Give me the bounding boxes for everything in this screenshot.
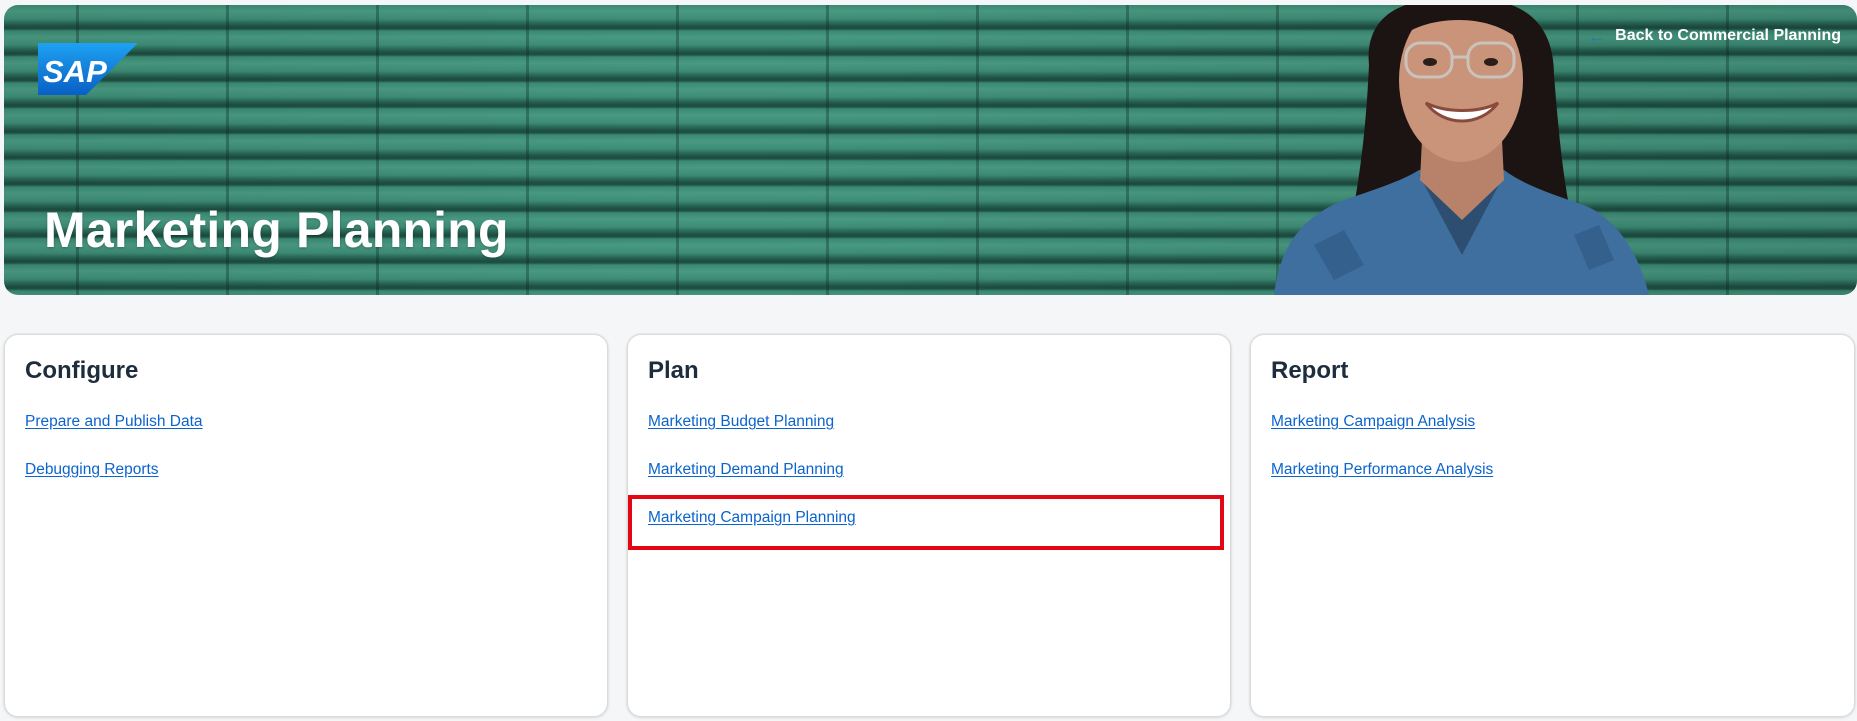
back-link-label: Back to Commercial Planning — [1615, 27, 1841, 44]
plan-card: Plan Marketing Budget Planning Marketing… — [627, 334, 1231, 717]
page-title: Marketing Planning — [44, 202, 509, 258]
person-photo — [1274, 5, 1649, 295]
plan-card-title: Plan — [648, 357, 699, 384]
marketing-campaign-planning-link[interactable]: Marketing Campaign Planning — [648, 508, 856, 528]
configure-card-title: Configure — [25, 357, 139, 384]
svg-text:SAP: SAP — [43, 54, 107, 89]
report-card: Report Marketing Campaign Analysis Marke… — [1250, 334, 1855, 717]
prepare-and-publish-data-link[interactable]: Prepare and Publish Data — [25, 412, 203, 432]
marketing-budget-planning-link[interactable]: Marketing Budget Planning — [648, 412, 834, 432]
arrow-left-icon: ← — [1588, 26, 1606, 46]
sap-logo: SAP — [38, 43, 138, 95]
marketing-performance-analysis-link[interactable]: Marketing Performance Analysis — [1271, 460, 1493, 480]
configure-card: Configure Prepare and Publish Data Debug… — [4, 334, 608, 717]
marketing-demand-planning-link[interactable]: Marketing Demand Planning — [648, 460, 844, 480]
report-card-title: Report — [1271, 357, 1349, 384]
marketing-campaign-analysis-link[interactable]: Marketing Campaign Analysis — [1271, 412, 1475, 432]
back-to-commercial-planning-link[interactable]: ← Back to Commercial Planning — [1588, 27, 1841, 45]
hero-banner: SAP ← Back to Commercial Planning Market… — [4, 5, 1857, 295]
debugging-reports-link[interactable]: Debugging Reports — [25, 460, 159, 480]
